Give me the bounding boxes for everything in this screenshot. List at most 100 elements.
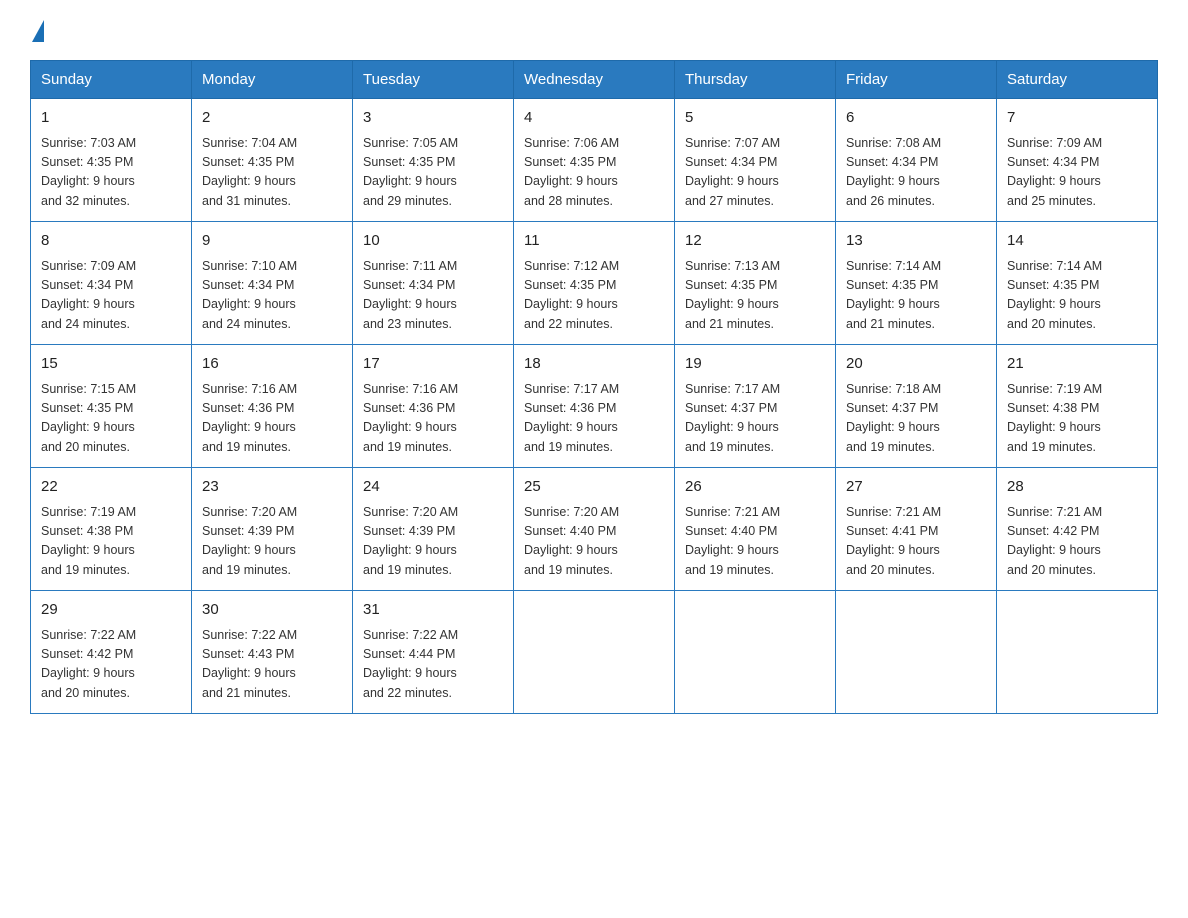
day-number: 7 — [1007, 107, 1147, 130]
day-info: Sunrise: 7:20 AMSunset: 4:40 PMDaylight:… — [524, 503, 664, 581]
day-number: 15 — [41, 353, 181, 376]
day-number: 13 — [846, 230, 986, 253]
day-info: Sunrise: 7:16 AMSunset: 4:36 PMDaylight:… — [363, 380, 503, 458]
day-number: 5 — [685, 107, 825, 130]
day-number: 21 — [1007, 353, 1147, 376]
day-info: Sunrise: 7:10 AMSunset: 4:34 PMDaylight:… — [202, 257, 342, 335]
day-info: Sunrise: 7:11 AMSunset: 4:34 PMDaylight:… — [363, 257, 503, 335]
calendar-day-cell — [675, 591, 836, 714]
calendar-day-cell: 3Sunrise: 7:05 AMSunset: 4:35 PMDaylight… — [353, 99, 514, 222]
calendar-day-cell: 23 Sunrise: 7:20 AMSunset: 4:39 PMDayligh… — [192, 468, 353, 591]
calendar-day-cell: 1 Sunrise: 7:03 AMSunset: 4:35 PMDaylight… — [31, 99, 192, 222]
day-info: Sunrise: 7:06 AMSunset: 4:35 PMDaylight:… — [524, 134, 664, 212]
calendar-day-cell: 11 Sunrise: 7:12 AMSunset: 4:35 PMDayligh… — [514, 222, 675, 345]
day-info: Sunrise: 7:05 AMSunset: 4:35 PMDaylight:… — [363, 134, 503, 212]
calendar-day-cell — [836, 591, 997, 714]
day-info: Sunrise: 7:17 AMSunset: 4:37 PMDaylight:… — [685, 380, 825, 458]
day-number: 26 — [685, 476, 825, 499]
day-number: 30 — [202, 599, 342, 622]
logo-triangle-icon — [32, 20, 44, 42]
day-info: Sunrise: 7:08 AMSunset: 4:34 PMDaylight:… — [846, 134, 986, 212]
day-info: Sunrise: 7:19 AMSunset: 4:38 PMDaylight:… — [1007, 380, 1147, 458]
calendar-day-cell: 16 Sunrise: 7:16 AMSunset: 4:36 PMDayligh… — [192, 345, 353, 468]
day-info: Sunrise: 7:21 AMSunset: 4:42 PMDaylight:… — [1007, 503, 1147, 581]
day-number: 4 — [524, 107, 664, 130]
calendar-week-row: 8 Sunrise: 7:09 AMSunset: 4:34 PMDaylight… — [31, 222, 1158, 345]
day-info: Sunrise: 7:20 AMSunset: 4:39 PMDaylight:… — [363, 503, 503, 581]
calendar-day-cell: 20Sunrise: 7:18 AMSunset: 4:37 PMDayligh… — [836, 345, 997, 468]
day-header-saturday: Saturday — [997, 61, 1158, 99]
page-header — [30, 20, 1158, 42]
day-info: Sunrise: 7:21 AMSunset: 4:40 PMDaylight:… — [685, 503, 825, 581]
day-number: 1 — [41, 107, 181, 130]
day-info: Sunrise: 7:13 AMSunset: 4:35 PMDaylight:… — [685, 257, 825, 335]
day-number: 6 — [846, 107, 986, 130]
day-info: Sunrise: 7:15 AMSunset: 4:35 PMDaylight:… — [41, 380, 181, 458]
calendar-table: SundayMondayTuesdayWednesdayThursdayFrid… — [30, 60, 1158, 714]
day-header-sunday: Sunday — [31, 61, 192, 99]
day-number: 11 — [524, 230, 664, 253]
day-number: 22 — [41, 476, 181, 499]
calendar-day-cell: 6 Sunrise: 7:08 AMSunset: 4:34 PMDaylight… — [836, 99, 997, 222]
day-number: 25 — [524, 476, 664, 499]
day-info: Sunrise: 7:14 AMSunset: 4:35 PMDaylight:… — [1007, 257, 1147, 335]
calendar-day-cell: 2Sunrise: 7:04 AMSunset: 4:35 PMDaylight… — [192, 99, 353, 222]
calendar-week-row: 22 Sunrise: 7:19 AMSunset: 4:38 PMDayligh… — [31, 468, 1158, 591]
calendar-day-cell: 12 Sunrise: 7:13 AMSunset: 4:35 PMDayligh… — [675, 222, 836, 345]
calendar-day-cell: 9 Sunrise: 7:10 AMSunset: 4:34 PMDaylight… — [192, 222, 353, 345]
calendar-day-cell: 8 Sunrise: 7:09 AMSunset: 4:34 PMDaylight… — [31, 222, 192, 345]
calendar-day-cell: 31 Sunrise: 7:22 AMSunset: 4:44 PMDayligh… — [353, 591, 514, 714]
calendar-day-cell: 18 Sunrise: 7:17 AMSunset: 4:36 PMDayligh… — [514, 345, 675, 468]
day-number: 28 — [1007, 476, 1147, 499]
day-info: Sunrise: 7:09 AMSunset: 4:34 PMDaylight:… — [41, 257, 181, 335]
day-number: 31 — [363, 599, 503, 622]
calendar-day-cell: 10 Sunrise: 7:11 AMSunset: 4:34 PMDayligh… — [353, 222, 514, 345]
day-info: Sunrise: 7:19 AMSunset: 4:38 PMDaylight:… — [41, 503, 181, 581]
day-info: Sunrise: 7:22 AMSunset: 4:42 PMDaylight:… — [41, 626, 181, 704]
day-number: 18 — [524, 353, 664, 376]
calendar-week-row: 15 Sunrise: 7:15 AMSunset: 4:35 PMDayligh… — [31, 345, 1158, 468]
day-info: Sunrise: 7:07 AMSunset: 4:34 PMDaylight:… — [685, 134, 825, 212]
day-number: 2 — [202, 107, 342, 130]
calendar-day-cell: 22 Sunrise: 7:19 AMSunset: 4:38 PMDayligh… — [31, 468, 192, 591]
day-info: Sunrise: 7:12 AMSunset: 4:35 PMDaylight:… — [524, 257, 664, 335]
calendar-day-cell: 5 Sunrise: 7:07 AMSunset: 4:34 PMDaylight… — [675, 99, 836, 222]
day-info: Sunrise: 7:14 AMSunset: 4:35 PMDaylight:… — [846, 257, 986, 335]
day-number: 24 — [363, 476, 503, 499]
day-number: 20 — [846, 353, 986, 376]
logo — [30, 20, 44, 42]
day-number: 9 — [202, 230, 342, 253]
calendar-day-cell: 14 Sunrise: 7:14 AMSunset: 4:35 PMDayligh… — [997, 222, 1158, 345]
day-number: 17 — [363, 353, 503, 376]
calendar-day-cell: 13 Sunrise: 7:14 AMSunset: 4:35 PMDayligh… — [836, 222, 997, 345]
day-number: 16 — [202, 353, 342, 376]
day-info: Sunrise: 7:03 AMSunset: 4:35 PMDaylight:… — [41, 134, 181, 212]
calendar-day-cell: 25 Sunrise: 7:20 AMSunset: 4:40 PMDayligh… — [514, 468, 675, 591]
calendar-day-cell: 15 Sunrise: 7:15 AMSunset: 4:35 PMDayligh… — [31, 345, 192, 468]
day-info: Sunrise: 7:17 AMSunset: 4:36 PMDaylight:… — [524, 380, 664, 458]
calendar-day-cell: 7Sunrise: 7:09 AMSunset: 4:34 PMDaylight… — [997, 99, 1158, 222]
day-header-wednesday: Wednesday — [514, 61, 675, 99]
calendar-header-row: SundayMondayTuesdayWednesdayThursdayFrid… — [31, 61, 1158, 99]
day-header-friday: Friday — [836, 61, 997, 99]
day-number: 10 — [363, 230, 503, 253]
day-number: 19 — [685, 353, 825, 376]
day-number: 8 — [41, 230, 181, 253]
calendar-day-cell — [997, 591, 1158, 714]
day-number: 14 — [1007, 230, 1147, 253]
day-number: 27 — [846, 476, 986, 499]
day-header-thursday: Thursday — [675, 61, 836, 99]
calendar-day-cell: 28 Sunrise: 7:21 AMSunset: 4:42 PMDayligh… — [997, 468, 1158, 591]
day-number: 29 — [41, 599, 181, 622]
calendar-day-cell: 24 Sunrise: 7:20 AMSunset: 4:39 PMDayligh… — [353, 468, 514, 591]
day-number: 12 — [685, 230, 825, 253]
calendar-day-cell: 21 Sunrise: 7:19 AMSunset: 4:38 PMDayligh… — [997, 345, 1158, 468]
calendar-week-row: 29 Sunrise: 7:22 AMSunset: 4:42 PMDayligh… — [31, 591, 1158, 714]
calendar-day-cell: 27Sunrise: 7:21 AMSunset: 4:41 PMDayligh… — [836, 468, 997, 591]
day-info: Sunrise: 7:16 AMSunset: 4:36 PMDaylight:… — [202, 380, 342, 458]
day-info: Sunrise: 7:20 AMSunset: 4:39 PMDaylight:… — [202, 503, 342, 581]
day-info: Sunrise: 7:22 AMSunset: 4:44 PMDaylight:… — [363, 626, 503, 704]
day-number: 23 — [202, 476, 342, 499]
calendar-day-cell — [514, 591, 675, 714]
day-info: Sunrise: 7:22 AMSunset: 4:43 PMDaylight:… — [202, 626, 342, 704]
